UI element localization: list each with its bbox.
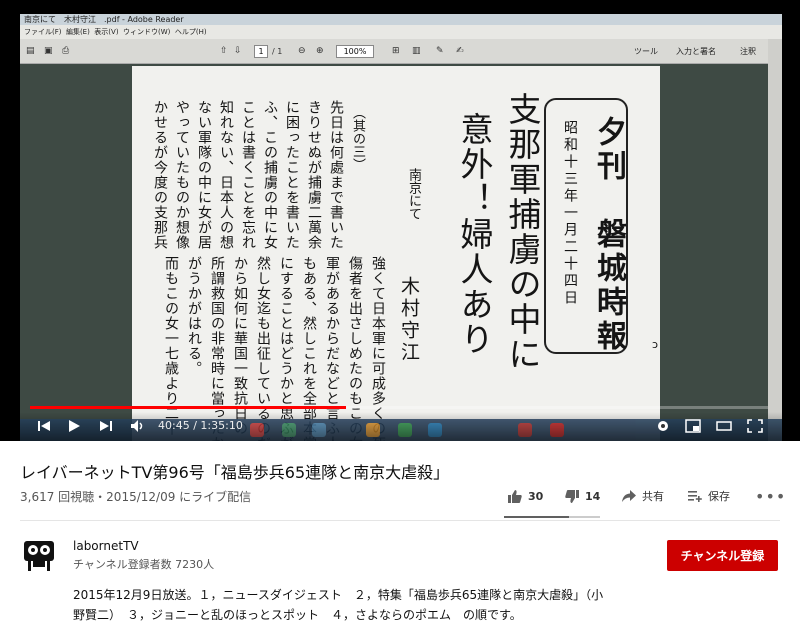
- article-column: ない軍隊の中に女が居る何を: [196, 100, 212, 250]
- article-column: から如何に華国一致抗日の: [232, 256, 248, 436]
- reader-menu-view: 表示(V): [94, 28, 119, 36]
- article-column: 先日は何處まで書いたかはっ: [328, 100, 344, 250]
- article-column: ふ、この捕虜の中に女が居た: [262, 100, 278, 250]
- reader-tools-label: ツール: [634, 47, 658, 56]
- article-column: やっていたものか想像にま: [174, 100, 190, 250]
- dislike-count: 14: [585, 489, 601, 503]
- settings-gear-icon[interactable]: [655, 419, 671, 433]
- progress-bar[interactable]: [30, 406, 768, 409]
- save-button[interactable]: 保存: [687, 487, 730, 505]
- masthead-title: 夕刊 磐城時報: [591, 116, 626, 354]
- reader-sign-icon: ✍: [456, 46, 464, 56]
- reader-comment-label: 注釈: [740, 47, 756, 56]
- reader-zoom-select: 100%: [336, 45, 374, 58]
- reader-menu-window: ウィンドウ(W): [123, 28, 171, 36]
- reader-right-panel: [768, 39, 782, 441]
- reader-fullpage-icon: ▥: [412, 46, 421, 56]
- reader-window-title: 南京にて 木村守江 .pdf - Adobe Reader: [20, 14, 782, 25]
- reader-menu-help: ヘルプ(H): [174, 28, 207, 36]
- like-count: 30: [528, 489, 544, 503]
- next-icon[interactable]: [98, 419, 114, 433]
- reader-menu-bar: ファイル(F) 編集(E) 表示(V) ウィンドウ(W) ヘルプ(H): [20, 25, 782, 39]
- subscriber-count: チャンネル登録者数 7230人: [73, 558, 215, 571]
- dateline: 南京にて: [406, 168, 421, 220]
- reader-print-icon: ⎙: [62, 46, 70, 56]
- player-controls: 40:45 / 1:35:10: [0, 412, 800, 441]
- channel-avatar[interactable]: [20, 535, 58, 573]
- article-column: 知れない、日本人の想像出来: [218, 100, 234, 250]
- reader-open-icon: ▤: [26, 46, 35, 56]
- miniplayer-icon[interactable]: [685, 419, 701, 433]
- reader-next-page-icon: ⇩: [234, 46, 242, 56]
- current-time: 40:45: [158, 419, 190, 432]
- reader-document-area: 夕刊 磐城時報 昭和十三年一月二十四日 支那軍捕虜の中に 意外！婦人あり 南京に…: [20, 64, 782, 441]
- play-icon[interactable]: [66, 419, 82, 433]
- reader-comment-icon: ✎: [436, 46, 444, 56]
- author: 木村守江: [398, 276, 420, 364]
- article-column: がうかがはれる。: [186, 256, 202, 376]
- reader-prev-page-icon: ⇧: [220, 46, 228, 56]
- divider: [20, 520, 780, 521]
- thumbs-down-icon: [565, 489, 579, 503]
- reader-zoom-in-icon: ⊕: [316, 46, 324, 56]
- description-line: 2015年12月9日放送。１，ニュースダイジェスト ２，特集「福島歩兵65連隊と…: [73, 588, 604, 602]
- share-label: 共有: [642, 490, 664, 503]
- reader-fit-icon: ⊞: [392, 46, 400, 56]
- share-button[interactable]: 共有: [621, 487, 664, 505]
- dislike-button[interactable]: 14: [564, 487, 600, 505]
- progress-played: [30, 406, 346, 409]
- headline-2: 意外！婦人あり: [455, 112, 494, 357]
- subscribe-button[interactable]: チャンネル登録: [667, 540, 778, 571]
- video-player[interactable]: 南京にて 木村守江 .pdf - Adobe Reader ファイル(F) 編集…: [0, 0, 800, 441]
- reader-menu-file: ファイル(F): [24, 28, 62, 36]
- reader-page-total: / 1: [272, 47, 283, 56]
- like-ratio-fill: [504, 516, 570, 518]
- headline-1: 支那軍捕虜の中に: [503, 92, 542, 372]
- thumbs-up-icon: [508, 489, 522, 503]
- video-description: 2015年12月9日放送。１，ニュースダイジェスト ２，特集「福島歩兵65連隊と…: [73, 585, 613, 625]
- reader-menu-edit: 編集(E): [65, 28, 90, 36]
- video-frame: 南京にて 木村守江 .pdf - Adobe Reader ファイル(F) 編集…: [20, 14, 782, 441]
- previous-icon[interactable]: [36, 419, 52, 433]
- reader-page-input: 1: [254, 45, 268, 58]
- reader-sign-label: 入力と署名: [676, 47, 716, 56]
- page-mark-icon: ↄ: [652, 338, 659, 351]
- like-dislike-bar: [504, 516, 600, 518]
- save-label: 保存: [708, 490, 730, 503]
- time-display: 40:45 / 1:35:10: [158, 419, 243, 432]
- like-button[interactable]: 30: [507, 487, 543, 505]
- reader-zoom-out-icon: ⊖: [298, 46, 306, 56]
- share-icon: [622, 490, 636, 502]
- duration: 1:35:10: [200, 419, 243, 432]
- newspaper-page: 夕刊 磐城時報 昭和十三年一月二十四日 支那軍捕虜の中に 意外！婦人あり 南京に…: [132, 66, 660, 441]
- article-column: ことは書くことを忘れたかも: [240, 100, 256, 250]
- article-column: 而もこの女一七歳より二十: [163, 256, 179, 436]
- video-title: レイバーネットTV第96号「福島歩兵65連隊と南京大虐殺」: [20, 463, 450, 482]
- fullscreen-icon[interactable]: [747, 419, 763, 433]
- more-actions-icon[interactable]: •••: [755, 487, 786, 506]
- section-mark: （其の三）: [350, 106, 365, 171]
- article-column: に困ったことを書いたと思: [284, 100, 300, 250]
- theater-mode-icon[interactable]: [716, 419, 732, 433]
- view-count-date: 3,617 回視聴・2015/12/09 にライブ配信: [20, 490, 252, 504]
- article-column: きりせぬが捕虜二萬余の仕末: [306, 100, 322, 250]
- channel-name[interactable]: labornetTV: [73, 539, 139, 553]
- volume-icon[interactable]: [130, 419, 146, 433]
- masthead-box: 夕刊 磐城時報 昭和十三年一月二十四日: [544, 98, 628, 354]
- add-to-playlist-icon: [688, 491, 702, 502]
- reader-save-icon: ▣: [44, 46, 53, 56]
- masthead-date: 昭和十三年一月二十四日: [562, 120, 578, 307]
- description-line: 野賢二） ３，ジョニーと乱のほっとスポット ４，さよならのポエム の順です。: [73, 608, 522, 622]
- article-column: かせるが今度の支那兵が相當: [152, 100, 168, 250]
- reader-toolbar: ▤ ▣ ⎙ ⇧ ⇩ 1 / 1 ⊖ ⊕ 100% ⊞ ▥ ✎ ✍ ツール 入力と…: [20, 39, 782, 64]
